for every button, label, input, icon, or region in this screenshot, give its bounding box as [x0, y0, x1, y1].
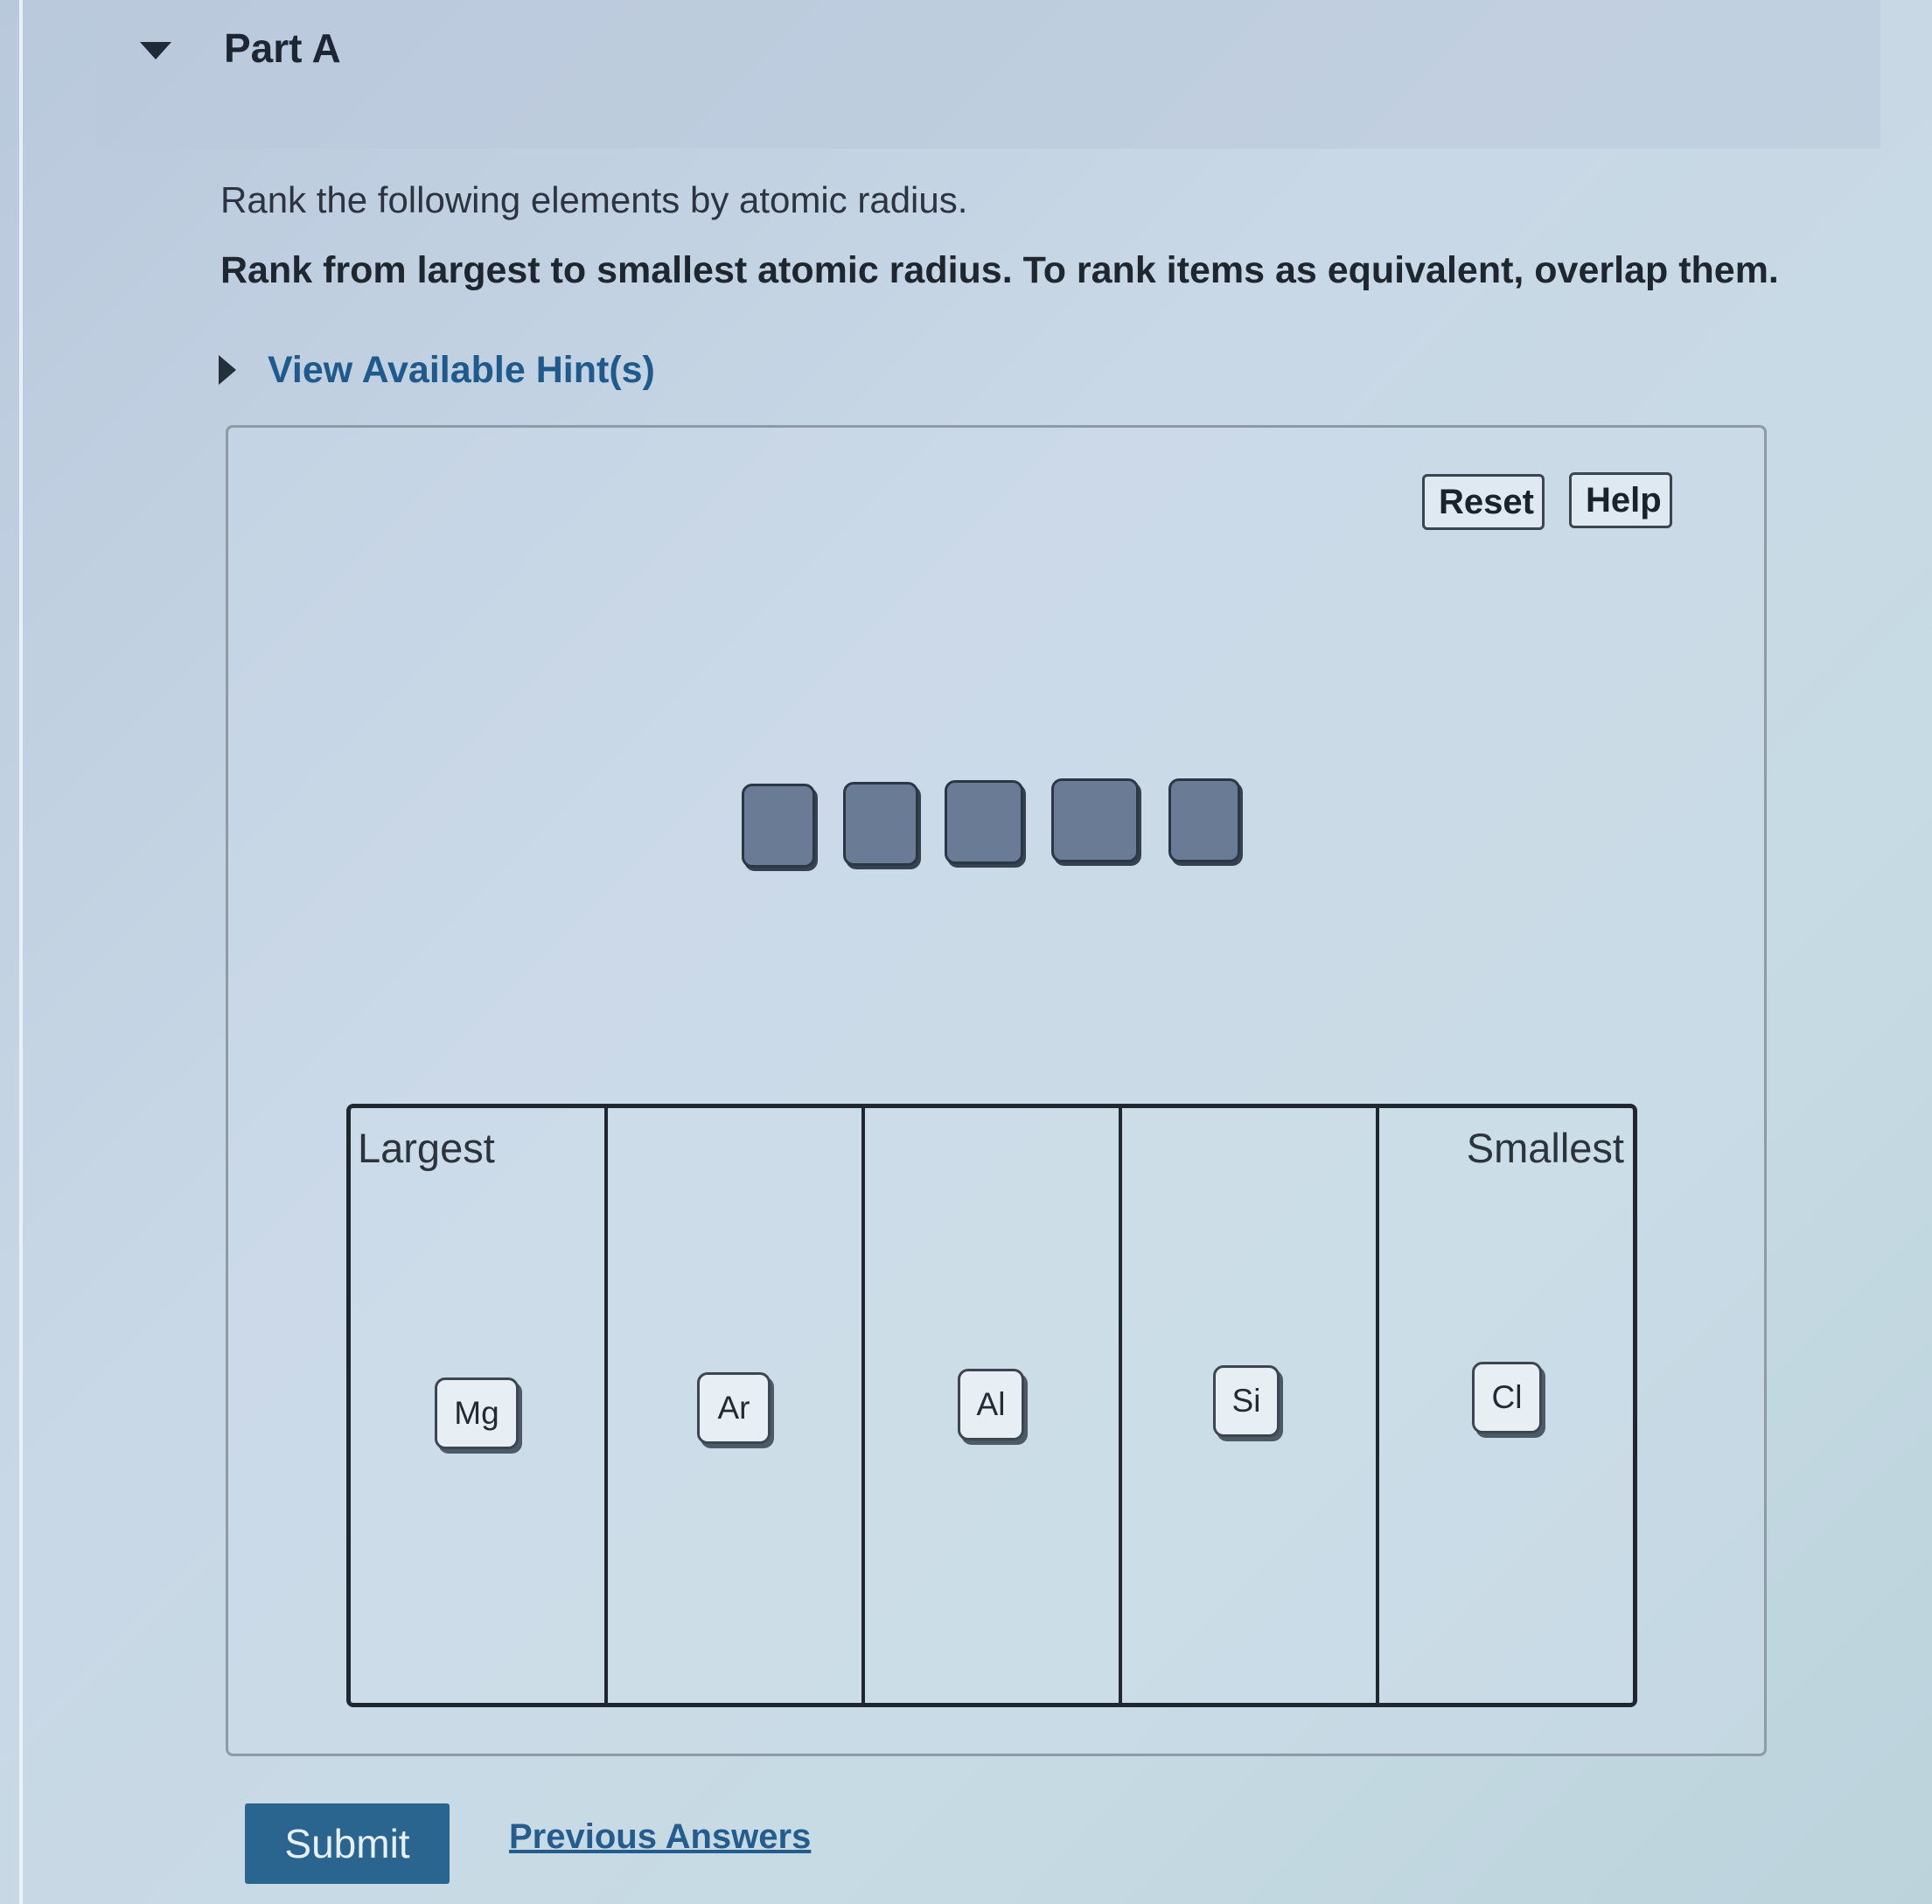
- smallest-label: Smallest: [1466, 1125, 1624, 1171]
- empty-slot: [1168, 778, 1240, 862]
- view-hints-label: View Available Hint(s): [268, 348, 655, 391]
- part-title: Part A: [224, 25, 341, 71]
- question-instruction: Rank from largest to smallest atomic rad…: [220, 249, 1779, 291]
- page-left-border: [19, 0, 23, 1904]
- rank-bin-4[interactable]: Si: [1122, 1108, 1379, 1703]
- element-tile-mg[interactable]: Mg: [435, 1377, 519, 1449]
- empty-slot: [945, 780, 1023, 864]
- help-button[interactable]: Help: [1569, 472, 1672, 528]
- element-tile-ar[interactable]: Ar: [697, 1372, 771, 1444]
- rank-bin-1[interactable]: Largest Mg: [351, 1108, 608, 1703]
- empty-slot: [1051, 778, 1139, 862]
- ranking-bins: Largest Mg Ar Al Si Smallest Cl: [346, 1104, 1637, 1707]
- part-header[interactable]: [96, 0, 1880, 149]
- rank-bin-3[interactable]: Al: [865, 1108, 1122, 1703]
- element-tile-cl[interactable]: Cl: [1472, 1362, 1542, 1433]
- element-tile-si[interactable]: Si: [1213, 1365, 1280, 1437]
- view-hints-toggle[interactable]: View Available Hint(s): [219, 345, 655, 394]
- previous-answers-link[interactable]: Previous Answers: [509, 1817, 811, 1857]
- rank-bin-2[interactable]: Ar: [608, 1108, 865, 1703]
- submit-button[interactable]: Submit: [245, 1803, 450, 1884]
- question-prompt: Rank the following elements by atomic ra…: [220, 179, 968, 220]
- rank-bin-5[interactable]: Smallest Cl: [1379, 1108, 1633, 1703]
- reset-button[interactable]: Reset: [1422, 474, 1545, 530]
- empty-slot: [742, 784, 815, 868]
- largest-label: Largest: [358, 1125, 495, 1171]
- expand-triangle-icon: [219, 355, 236, 385]
- element-tile-al[interactable]: Al: [958, 1369, 1024, 1440]
- empty-slot: [843, 782, 918, 866]
- collapse-triangle-icon[interactable]: [140, 42, 171, 59]
